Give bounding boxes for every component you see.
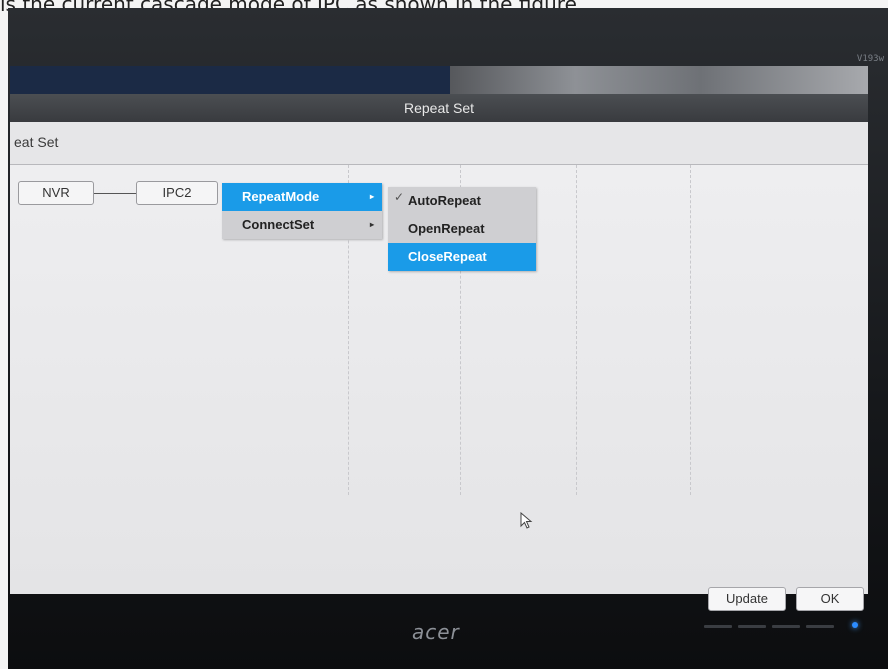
submenu-arrow-icon: ▸ [369, 192, 374, 201]
brand-logo: acer [412, 620, 460, 644]
topology-panel: NVR IPC2 RepeatMode ▸ ConnectSet ▸ ✓ Aut… [10, 165, 868, 611]
bezel-button[interactable] [738, 625, 766, 628]
option-auto-repeat[interactable]: ✓ AutoRepeat [388, 187, 536, 215]
check-icon: ✓ [394, 190, 405, 204]
option-open-repeat[interactable]: OpenRepeat [388, 215, 536, 243]
bezel-button[interactable] [704, 625, 732, 628]
node-nvr[interactable]: NVR [18, 181, 94, 205]
tab-repeat-set[interactable]: eat Set [14, 134, 58, 150]
menu-item-label: ConnectSet [242, 217, 315, 232]
menu-item-label: RepeatMode [242, 189, 320, 204]
option-close-repeat[interactable]: CloseRepeat [388, 243, 536, 271]
menu-item-connect-set[interactable]: ConnectSet ▸ [222, 211, 382, 239]
option-label: AutoRepeat [408, 193, 481, 208]
model-label: V193w [856, 54, 884, 64]
bezel-button[interactable] [806, 625, 834, 628]
menu-item-repeat-mode[interactable]: RepeatMode ▸ [222, 183, 382, 211]
submenu-arrow-icon: ▸ [369, 220, 374, 229]
screen: Repeat Set eat Set NVR IPC2 RepeatMode ▸… [10, 66, 868, 611]
repeat-mode-submenu: ✓ AutoRepeat OpenRepeat CloseRepeat [388, 187, 536, 271]
option-label: OpenRepeat [408, 221, 485, 236]
tab-bar: eat Set [10, 122, 868, 165]
power-led [852, 622, 858, 628]
context-menu: RepeatMode ▸ ConnectSet ▸ [222, 183, 382, 239]
grid-divider [690, 165, 691, 495]
monitor: V193w Repeat Set eat Set NVR IPC2 Repeat… [8, 8, 888, 669]
mouse-pointer-icon [520, 512, 533, 529]
window-title: Repeat Set [10, 94, 868, 122]
node-ipc2[interactable]: IPC2 [136, 181, 218, 205]
node-connector [94, 193, 136, 194]
bezel-button[interactable] [772, 625, 800, 628]
grid-divider [576, 165, 577, 495]
option-label: CloseRepeat [408, 249, 487, 264]
camera-preview [450, 66, 868, 94]
monitor-bezel: acer [8, 596, 888, 669]
